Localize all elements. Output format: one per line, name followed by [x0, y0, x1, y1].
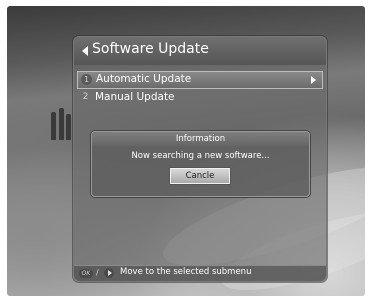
menu-item-manual-update[interactable]: 2 Manual Update [77, 90, 323, 108]
menu-item-label: Manual Update [95, 91, 175, 103]
help-text: Move to the selected submenu [120, 267, 252, 277]
background-figures [49, 106, 75, 140]
software-update-menu: Software Update 1 Automatic Update 2 Man… [73, 36, 327, 282]
menu-title-bar: Software Update [74, 37, 326, 65]
dialog-title: Information [92, 132, 309, 146]
menu-title: Software Update [92, 41, 209, 57]
ok-key-icon: OK [79, 269, 93, 278]
cancel-button[interactable]: Cancle [169, 167, 231, 185]
item-number-badge: 1 [81, 74, 92, 85]
dialog-message: Now searching a new software... [131, 151, 270, 161]
item-number-badge: 2 [82, 92, 89, 102]
right-arrow-key-icon [104, 268, 114, 278]
menu-item-automatic-update[interactable]: 1 Automatic Update [77, 71, 323, 89]
menu-item-label: Automatic Update [96, 73, 192, 85]
tv-screen: Software Update 1 Automatic Update 2 Man… [7, 6, 365, 296]
information-dialog: Information Now searching a new software… [91, 131, 310, 197]
back-arrow-icon[interactable] [82, 46, 88, 56]
help-bar: OK / Move to the selected submenu [74, 265, 326, 281]
help-separator: / [96, 268, 99, 277]
submenu-arrow-icon [311, 76, 316, 84]
